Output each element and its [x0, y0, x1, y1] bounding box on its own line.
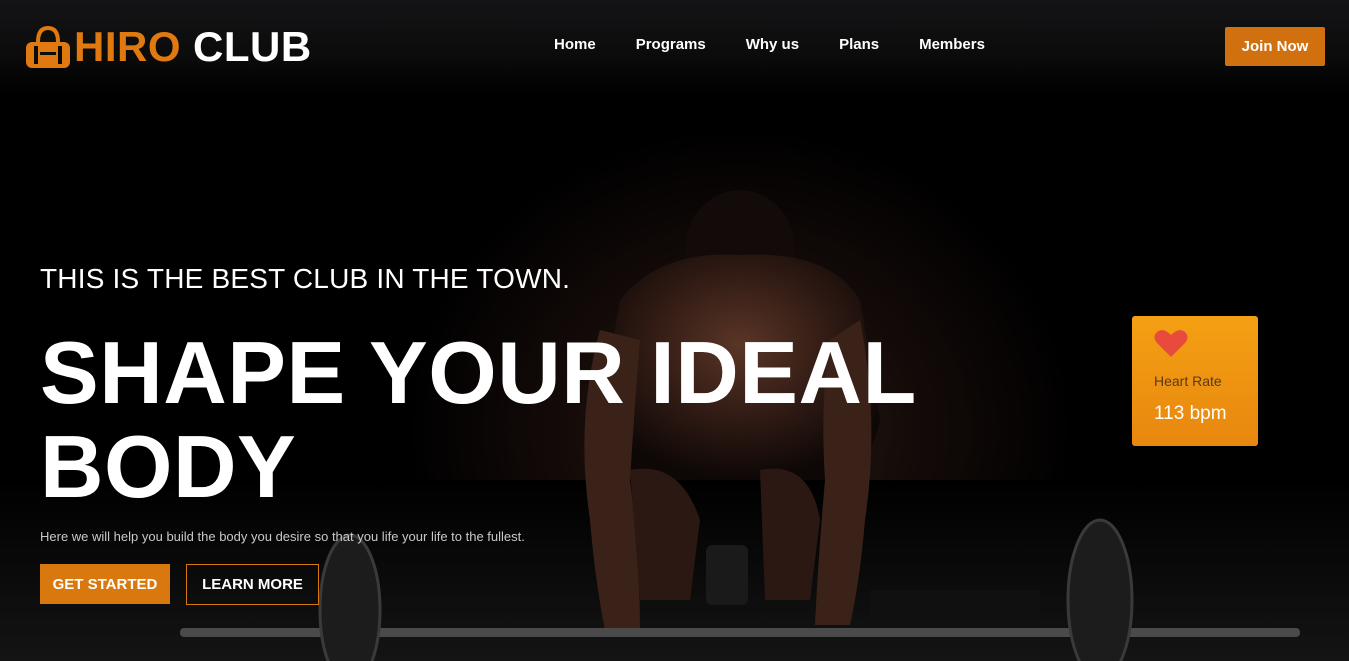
hero-subtext: Here we will help you build the body you…: [40, 529, 525, 544]
hero-headline-line1: SHAPE YOUR IDEAL: [40, 323, 917, 422]
heart-rate-label: Heart Rate: [1154, 373, 1222, 389]
hero-tagline: THIS IS THE BEST CLUB IN THE TOWN.: [40, 263, 571, 294]
nav-why-us[interactable]: Why us: [746, 36, 799, 53]
logo[interactable]: HIRO CLUB: [24, 22, 312, 72]
join-now-button[interactable]: Join Now: [1225, 27, 1325, 66]
nav-home[interactable]: Home: [554, 36, 596, 53]
main-nav: Home Programs Why us Plans Members: [554, 36, 1025, 53]
learn-more-button[interactable]: LEARN MORE: [186, 564, 319, 605]
nav-programs[interactable]: Programs: [636, 36, 706, 53]
gym-bag-icon: [26, 25, 70, 68]
heart-rate-card: Heart Rate 113 bpm: [1132, 316, 1258, 446]
nav-members[interactable]: Members: [919, 36, 985, 53]
heart-icon: [1154, 330, 1188, 357]
hero-headline: SHAPE YOUR IDEAL BODY: [40, 326, 970, 514]
logo-text-club: CLUB: [193, 23, 312, 70]
get-started-button[interactable]: GET STARTED: [40, 564, 170, 604]
hero-headline-line2: BODY: [40, 417, 297, 516]
heart-rate-value: 113 bpm: [1154, 403, 1227, 424]
nav-plans[interactable]: Plans: [839, 36, 879, 53]
navbar: HIRO CLUB Home Programs Why us Plans Mem…: [0, 0, 1349, 94]
logo-text-hiro: HIRO: [74, 23, 181, 70]
